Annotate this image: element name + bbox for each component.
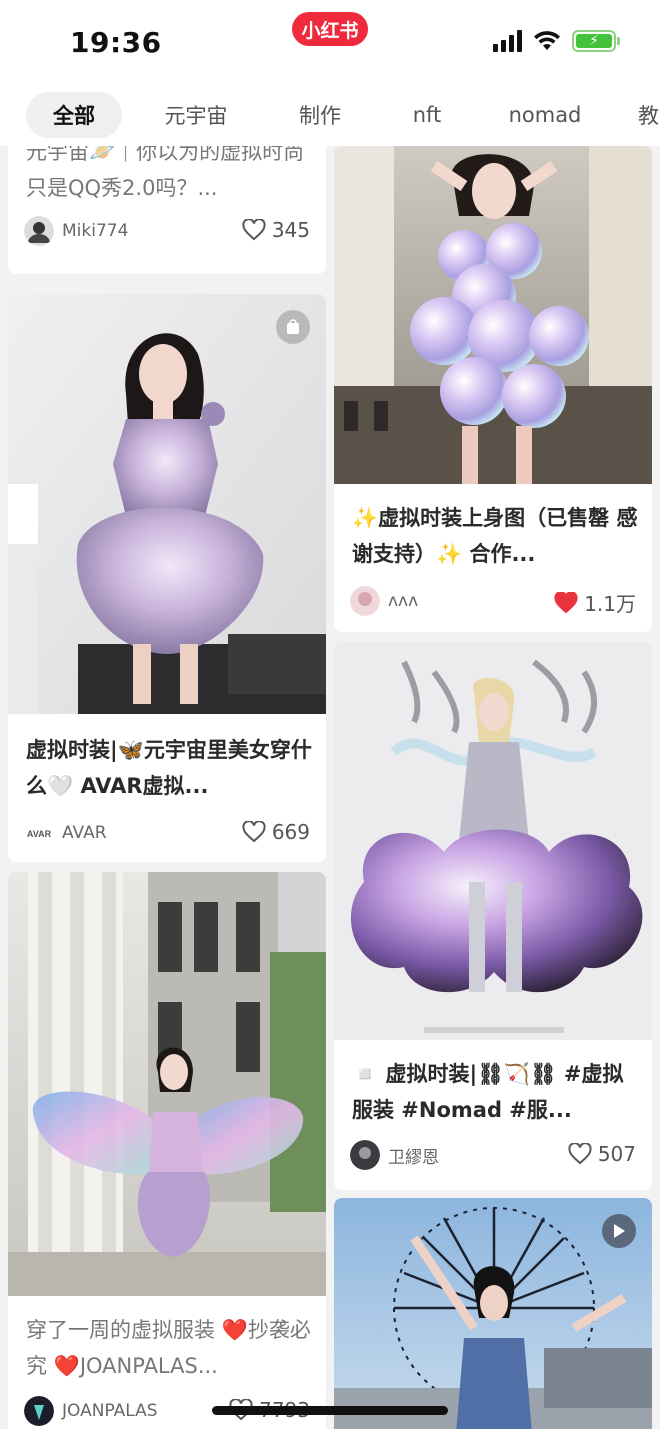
svg-text:AVAR: AVAR — [27, 829, 52, 839]
post-card[interactable] — [334, 1198, 652, 1429]
tab-making[interactable]: 制作 — [282, 92, 358, 138]
post-author[interactable]: JOANPALAS — [24, 1396, 158, 1426]
avatar — [350, 1140, 380, 1170]
like-button[interactable]: 669 — [242, 820, 310, 844]
like-count: 507 — [597, 1142, 636, 1166]
tab-metaverse[interactable]: 元宇宙 — [150, 92, 242, 138]
post-image[interactable] — [334, 1198, 652, 1429]
post-author[interactable]: Miki774 — [24, 216, 128, 246]
author-name: 卫繆恩 — [388, 1147, 439, 1168]
heart-icon — [568, 1143, 592, 1165]
post-card[interactable]: ◽️ 虚拟时装|⛓🏹⛓ #虚拟服装 #Nomad #服... 卫繆恩 507 — [334, 642, 652, 1190]
avatar — [24, 1396, 54, 1426]
post-card[interactable]: 虚拟时装|🦋元宇宙里美女穿什么🤍 AVAR虚拟... AVAR AVAR 669 — [8, 294, 326, 862]
post-image[interactable] — [334, 146, 652, 484]
system-icons: ⚡ — [493, 30, 620, 52]
post-title: 虚拟时装|🦋元宇宙里美女穿什么🤍 AVAR虚拟... — [26, 738, 312, 798]
post-author[interactable]: 卫繆恩 — [350, 1140, 439, 1170]
tab-nft[interactable]: nft — [398, 92, 456, 138]
heart-icon — [554, 591, 578, 613]
app-badge: 小红书 — [292, 12, 368, 46]
post-photo — [8, 872, 326, 1296]
post-title: 元宇宙🪐｜你以为的虚拟时尚只是QQ秀2.0吗？... — [26, 146, 305, 200]
like-button[interactable]: 507 — [568, 1142, 636, 1166]
clock: 19:36 — [70, 26, 162, 59]
like-count: 669 — [271, 820, 310, 844]
post-card[interactable]: 穿了一周的虚拟服装 ❤️抄袭必究 ❤️JOANPALAS... JOANPALA… — [8, 872, 326, 1429]
post-author[interactable]: ʌʌʌ — [350, 586, 418, 616]
post-photo — [334, 642, 652, 1040]
author-name: ʌʌʌ — [388, 591, 419, 611]
tab-nomad[interactable]: nomad — [494, 92, 596, 138]
category-tabs: 全部 元宇宙 制作 nft nomad 教 — [0, 86, 660, 146]
heart-icon — [242, 821, 266, 843]
post-image[interactable] — [8, 294, 326, 714]
wifi-icon — [534, 31, 560, 50]
avatar — [24, 216, 54, 246]
battery-icon: ⚡ — [572, 30, 620, 52]
bag-icon[interactable] — [276, 310, 310, 344]
status-bar: 19:36 小红书 ⚡ — [0, 0, 660, 86]
cellular-signal-icon — [493, 30, 522, 52]
tab-all[interactable]: 全部 — [26, 92, 122, 138]
author-name: AVAR — [62, 823, 107, 843]
tab-tutorial[interactable]: 教 — [638, 92, 660, 138]
avatar — [350, 586, 380, 616]
post-author[interactable]: AVAR AVAR — [24, 818, 107, 848]
post-image[interactable] — [8, 872, 326, 1296]
author-name: Miki774 — [62, 221, 129, 241]
avatar: AVAR — [24, 818, 54, 848]
post-card[interactable]: ✨虚拟时装上身图（已售罄 感谢支持）✨ 合作... ʌʌʌ 1.1万 — [334, 146, 652, 632]
post-title: 穿了一周的虚拟服装 ❤️抄袭必究 ❤️JOANPALAS... — [26, 1318, 311, 1378]
author-name: JOANPALAS — [62, 1401, 158, 1421]
like-button[interactable]: 1.1万 — [554, 588, 636, 617]
post-photo — [8, 294, 326, 714]
play-icon[interactable] — [602, 1214, 636, 1248]
feed: 元宇宙🪐｜你以为的虚拟时尚只是QQ秀2.0吗？... Miki774 345 虚… — [0, 146, 660, 1429]
like-button[interactable]: 345 — [242, 218, 310, 242]
like-count: 1.1万 — [584, 592, 636, 616]
post-title: ✨虚拟时装上身图（已售罄 感谢支持）✨ 合作... — [352, 506, 638, 566]
post-image[interactable] — [334, 642, 652, 1040]
like-count: 345 — [271, 218, 310, 242]
post-title: ◽️ 虚拟时装|⛓🏹⛓ #虚拟服装 #Nomad #服... — [352, 1062, 624, 1122]
post-card[interactable]: 元宇宙🪐｜你以为的虚拟时尚只是QQ秀2.0吗？... Miki774 345 — [8, 146, 326, 274]
home-indicator[interactable] — [212, 1406, 448, 1415]
heart-icon — [242, 219, 266, 241]
post-photo — [334, 146, 652, 484]
